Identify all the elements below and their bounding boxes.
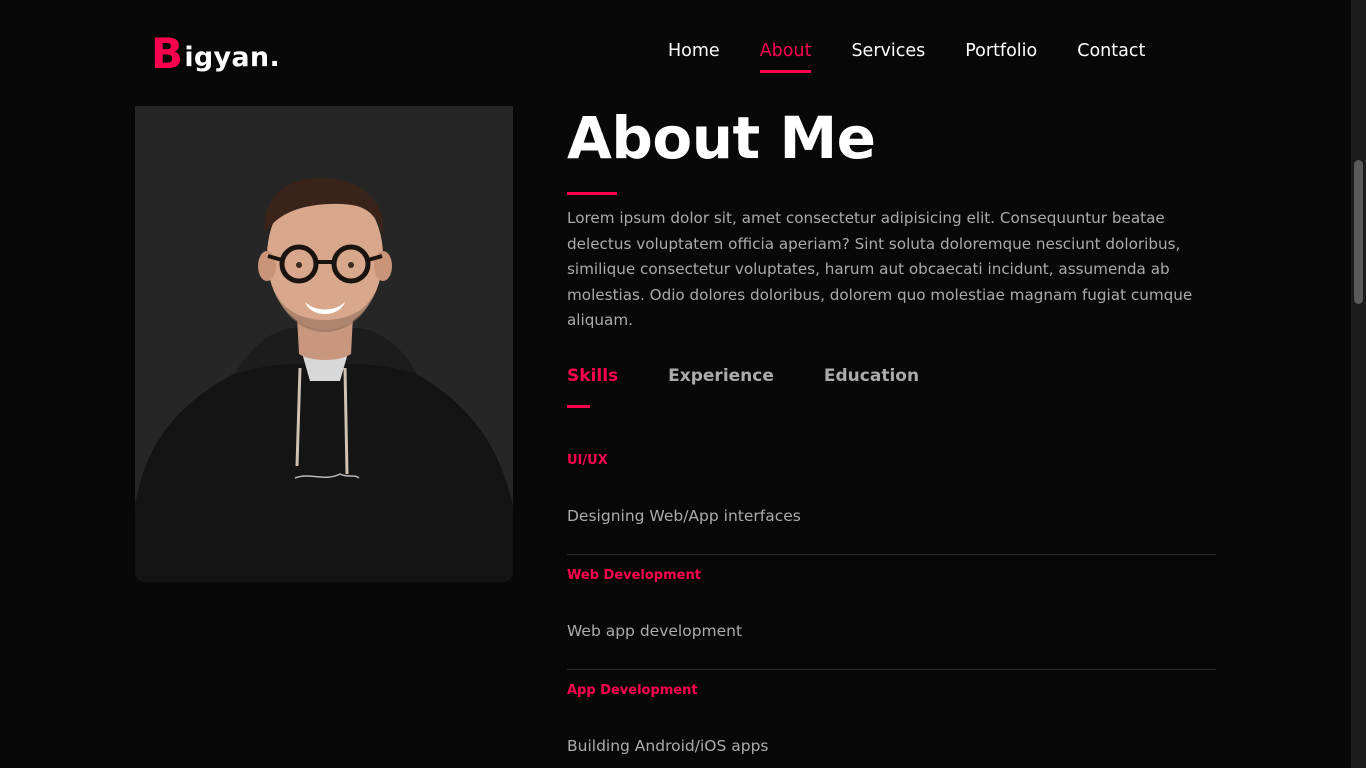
list-item: Web Development Web app development (567, 555, 1216, 670)
main-nav: Home About Services Portfolio Contact (668, 41, 1145, 73)
nav-item-contact[interactable]: Contact (1077, 41, 1145, 61)
skills-list: UI/UX Designing Web/App interfaces Web D… (567, 440, 1216, 768)
about-description: Lorem ipsum dolor sit, amet consectetur … (567, 209, 1193, 330)
tab-skills[interactable]: Skills (567, 366, 618, 408)
skill-title: Web Development (567, 568, 701, 583)
logo-first-letter: B (151, 29, 184, 78)
skill-description: Building Android/iOS apps (567, 737, 769, 755)
nav-item-about[interactable]: About (759, 41, 811, 73)
list-item: UI/UX Designing Web/App interfaces (567, 440, 1216, 555)
skill-description: Designing Web/App interfaces (567, 507, 801, 525)
page-title: About Me (567, 104, 876, 172)
nav-item-home[interactable]: Home (668, 41, 720, 61)
skill-title: UI/UX (567, 453, 608, 468)
profile-photo (135, 106, 513, 582)
page: Bigyan. Home About Services Portfolio Co… (0, 0, 1366, 768)
tab-education[interactable]: Education (824, 366, 919, 386)
nav-item-services[interactable]: Services (851, 41, 925, 61)
list-item: App Development Building Android/iOS app… (567, 670, 1216, 768)
title-accent-line (567, 192, 617, 195)
skill-title: App Development (567, 683, 698, 698)
nav-item-portfolio[interactable]: Portfolio (965, 41, 1037, 61)
tab-experience[interactable]: Experience (668, 366, 774, 386)
site-logo[interactable]: Bigyan. (151, 33, 280, 75)
person-photo-icon (135, 106, 513, 582)
page-scrollbar[interactable] (1351, 0, 1366, 768)
skill-description: Web app development (567, 622, 743, 640)
scrollbar-thumb[interactable] (1354, 160, 1363, 304)
logo-rest: igyan. (184, 42, 281, 73)
about-tabs: Skills Experience Education (567, 366, 969, 408)
